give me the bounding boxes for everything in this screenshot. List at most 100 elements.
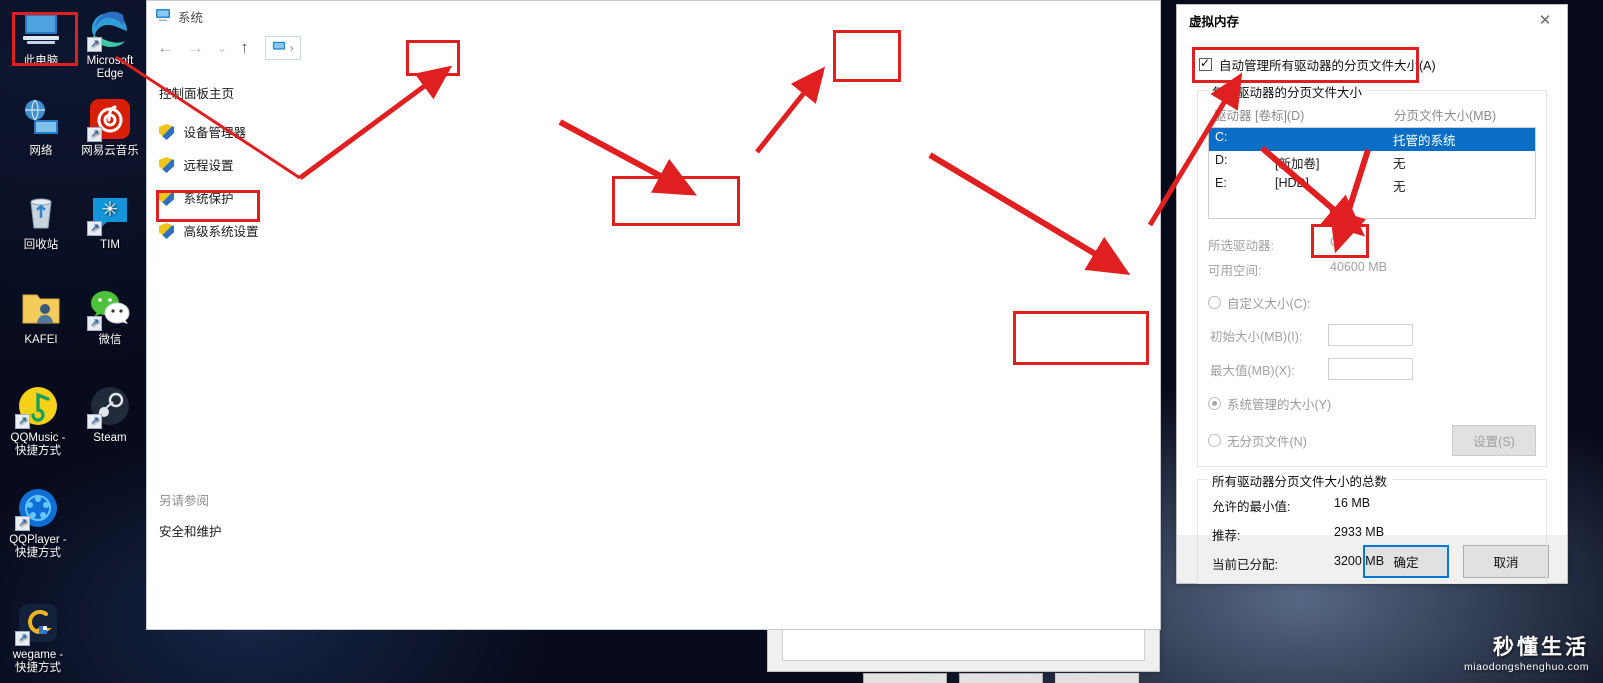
radio-dot-icon xyxy=(1208,434,1221,447)
desktop-icon-tim[interactable]: ✳ ↗ TIM xyxy=(75,190,145,252)
shortcut-arrow-icon: ↗ xyxy=(87,127,102,142)
watermark: 秒懂生活 miaodongshenghuo.com xyxy=(1464,631,1589,673)
sidebar-item-device-manager[interactable]: 设备管理器 xyxy=(159,122,312,141)
shortcut-arrow-icon: ↗ xyxy=(15,631,30,646)
forward-icon[interactable]: → xyxy=(187,38,204,58)
shield-icon xyxy=(159,157,174,173)
virtual-memory-dialog[interactable]: 虚拟内存 ✕ 自动管理所有驱动器的分页文件大小(A) 每个驱动器的分页文件大小 … xyxy=(1176,4,1568,584)
max-size-input[interactable] xyxy=(1328,358,1413,380)
explorer-toolbar[interactable]: ← → ⌄ ↑ › xyxy=(147,31,1160,65)
desktop-icon-label: 网络 xyxy=(29,145,53,157)
desktop-icon-grid: 此电脑 ↗ Microsoft Edge 网络 ↗ 网易云音乐 回收站 ✳ ↗ … xyxy=(0,0,148,683)
desktop-icon-label: QQPlayer - 快捷方式 xyxy=(9,534,67,559)
totals-row: 允许的最小值: 16 MB xyxy=(1212,496,1532,515)
selected-drive-value: C: xyxy=(1330,235,1343,249)
back-icon[interactable]: ← xyxy=(157,38,174,58)
system-control-panel-window[interactable]: 系统 ← → ⌄ ↑ › 控制面板主页 设备管理器 远程设置 系统保护 高级系统… xyxy=(146,0,1161,630)
radio-label: 无分页文件(N) xyxy=(1227,435,1307,449)
desktop-icon-label: KAFEI xyxy=(24,334,58,346)
desktop-icon-label: 回收站 xyxy=(23,239,59,251)
sidebar-item-remote-settings[interactable]: 远程设置 xyxy=(159,155,312,174)
sidebar-item-label: 高级系统设置 xyxy=(183,225,259,239)
max-size-row: 最大值(MB)(X): xyxy=(1208,358,1536,380)
selected-drive-label: 所选驱动器: xyxy=(1208,239,1274,253)
recommended-label: 推荐: xyxy=(1212,529,1241,543)
desktop-icon-wegame[interactable]: ↗ wegame - 快捷方式 xyxy=(3,600,73,675)
drive-list-item[interactable]: C: 托管的系统 xyxy=(1209,128,1535,151)
sidebar-item-security-maintenance[interactable]: 安全和维护 xyxy=(159,521,312,540)
per-drive-legend: 每个驱动器的分页文件大小 xyxy=(1207,82,1368,101)
close-icon[interactable]: ✕ xyxy=(1523,5,1567,35)
see-also-title: 另请参阅 xyxy=(159,494,210,508)
steam-icon: ↗ xyxy=(87,383,133,429)
drive-letter: D: xyxy=(1215,153,1228,167)
drive-list-item[interactable]: D: [新加卷] 无 xyxy=(1209,151,1535,174)
desktop-icon-label: 微信 xyxy=(98,334,122,346)
radio-label: 自定义大小(C): xyxy=(1227,297,1311,311)
free-space-value: 40600 MB xyxy=(1330,260,1387,274)
radio-system-managed-size[interactable]: 系统管理的大小(Y) xyxy=(1208,394,1331,413)
totals-row: 当前已分配: 3200 MB xyxy=(1212,554,1532,573)
netease-music-icon: ↗ xyxy=(87,96,133,142)
monitor-icon xyxy=(18,6,64,52)
address-bar[interactable]: › xyxy=(264,36,301,60)
drive-list[interactable]: C: 托管的系统 D: [新加卷] 无 E: [HDD] 无 xyxy=(1208,127,1536,219)
up-icon[interactable]: ↑ xyxy=(240,38,249,58)
sidebar-item-system-protection[interactable]: 系统保护 xyxy=(159,188,312,207)
selected-drive-row: 所选驱动器: C: xyxy=(1208,235,1536,254)
shortcut-arrow-icon: ↗ xyxy=(87,221,102,236)
sidebar-item-advanced-system-settings[interactable]: 高级系统设置 xyxy=(159,221,312,240)
max-size-label: 最大值(MB)(X): xyxy=(1210,363,1295,378)
desktop-icon-qqplayer[interactable]: ↗ QQPlayer - 快捷方式 xyxy=(3,485,73,560)
drive-volume: [HDD] xyxy=(1275,176,1310,190)
free-space-label: 可用空间: xyxy=(1208,264,1262,278)
drive-paging-size: 无 xyxy=(1393,180,1406,194)
desktop-icon-this-pc[interactable]: 此电脑 xyxy=(6,6,76,68)
explorer-sidebar: 控制面板主页 设备管理器 远程设置 系统保护 高级系统设置 另请参阅 安全和维护 xyxy=(147,65,312,629)
desktop-icon-netease-music[interactable]: ↗ 网易云音乐 xyxy=(75,96,145,158)
desktop-icon-recycle-bin[interactable]: 回收站 xyxy=(6,190,76,252)
min-allowed-value: 16 MB xyxy=(1334,496,1371,510)
column-drive-volume: 驱动器 [卷标](D) xyxy=(1214,109,1305,123)
set-button: 设置(S) xyxy=(1452,425,1536,456)
radio-no-paging-file[interactable]: 无分页文件(N) xyxy=(1208,431,1307,450)
auto-manage-checkbox[interactable]: 自动管理所有驱动器的分页文件大小(A) xyxy=(1199,55,1436,74)
sidebar-item-control-panel-home[interactable]: 控制面板主页 xyxy=(159,83,312,102)
desktop-icon-kafei-folder[interactable]: KAFEI xyxy=(6,285,76,347)
drive-paging-size: 无 xyxy=(1393,157,1406,171)
desktop-icon-wechat[interactable]: ↗ 微信 xyxy=(75,285,145,347)
drive-letter: E: xyxy=(1215,176,1227,190)
shortcut-arrow-icon: ↗ xyxy=(87,414,102,429)
radio-label: 系统管理的大小(Y) xyxy=(1227,398,1332,412)
cancel-button[interactable]: 取消 xyxy=(959,673,1043,683)
apply-button: 应用(A) xyxy=(1055,673,1139,683)
shortcut-arrow-icon: ↗ xyxy=(15,414,30,429)
drive-volume: [新加卷] xyxy=(1275,157,1320,171)
currently-allocated-label: 当前已分配: xyxy=(1212,558,1278,572)
shield-icon xyxy=(159,124,174,140)
desktop-icon-qqmusic[interactable]: ↗ QQMusic - 快捷方式 xyxy=(3,383,73,458)
recycle-bin-icon xyxy=(18,190,64,236)
explorer-body: 控制面板主页 设备管理器 远程设置 系统保护 高级系统设置 另请参阅 安全和维护 xyxy=(147,65,1160,629)
monitor-small-icon xyxy=(272,40,286,57)
desktop-icon-steam[interactable]: ↗ Steam xyxy=(75,383,145,445)
per-drive-group: 每个驱动器的分页文件大小 驱动器 [卷标](D) 分页文件大小(MB) C: 托… xyxy=(1197,82,1547,467)
drive-list-item[interactable]: E: [HDD] 无 xyxy=(1209,174,1535,197)
monitor-small-icon xyxy=(155,7,171,26)
desktop-icon-network[interactable]: 网络 xyxy=(6,96,76,158)
qqmusic-icon: ↗ xyxy=(15,383,61,429)
ok-button[interactable]: 确定 xyxy=(863,673,947,683)
desktop-icon-edge[interactable]: ↗ Microsoft Edge xyxy=(75,6,145,81)
initial-size-input[interactable] xyxy=(1328,324,1413,346)
checkbox-icon xyxy=(1199,56,1212,71)
chevron-right-icon[interactable]: › xyxy=(290,41,294,55)
svg-text:✳: ✳ xyxy=(102,199,119,221)
radio-custom-size[interactable]: 自定义大小(C): xyxy=(1208,293,1310,312)
shortcut-arrow-icon: ↗ xyxy=(15,516,30,531)
history-chevron-down-icon[interactable]: ⌄ xyxy=(217,41,227,55)
explorer-title: 系统 xyxy=(178,10,204,25)
desktop-icon-label: wegame - 快捷方式 xyxy=(12,649,64,674)
explorer-content-area xyxy=(312,65,1160,629)
shield-icon xyxy=(159,223,174,239)
folder-user-icon xyxy=(18,285,64,331)
